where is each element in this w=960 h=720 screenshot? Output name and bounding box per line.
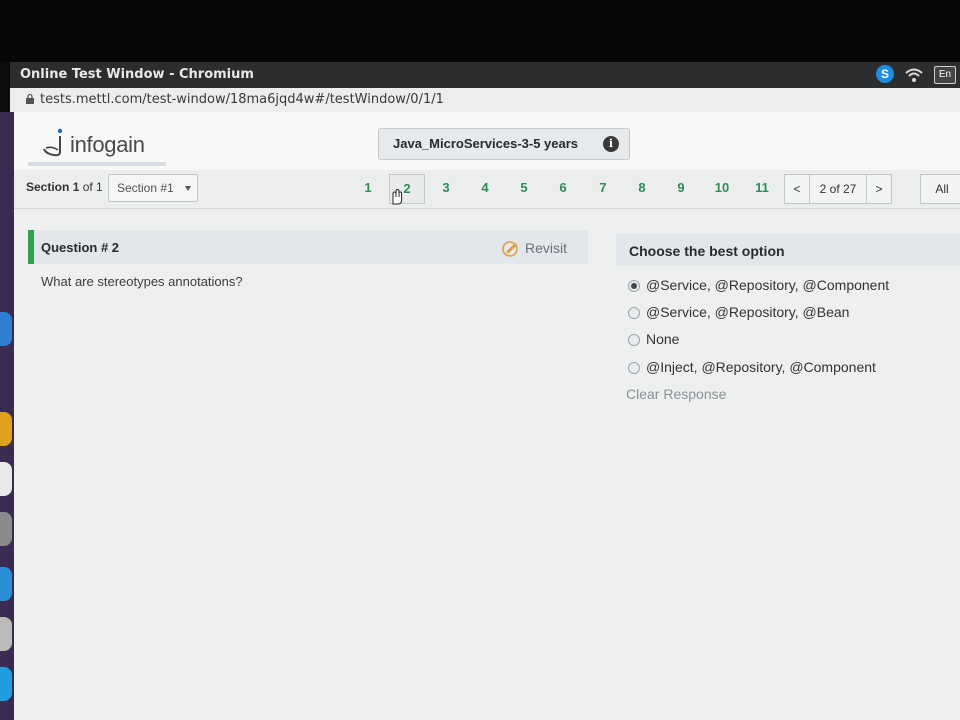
question-number-button[interactable]: 1 xyxy=(351,174,385,202)
section-dropdown[interactable]: Section #1 xyxy=(108,174,198,202)
question-number-button[interactable]: 4 xyxy=(468,174,502,202)
question-title: Question # 2 xyxy=(41,240,120,255)
question-number-button[interactable]: 10 xyxy=(705,174,739,202)
url-text[interactable]: tests.mettl.com/test-window/18ma6jqd4w#/… xyxy=(40,92,444,107)
page-info: 2 of 27 xyxy=(819,182,857,196)
section-dropdown-value: Section #1 xyxy=(117,181,174,195)
question-navigation: Section 1 of 1 Section #1 1 2 3 4 5 6 7 … xyxy=(14,170,960,209)
logo-text: infogain xyxy=(70,132,145,157)
answer-option[interactable]: @Service, @Repository, @Component xyxy=(626,276,956,296)
section-of: of 1 xyxy=(82,180,103,194)
screen-bezel xyxy=(0,0,960,62)
answer-option-label[interactable]: @Inject, @Repository, @Component xyxy=(646,359,876,375)
page-header: infogain Java_MicroServices-3-5 years i xyxy=(14,112,960,170)
answer-option-label[interactable]: None xyxy=(646,331,679,347)
info-icon[interactable]: i xyxy=(603,136,619,152)
section-number: 1 xyxy=(72,180,80,194)
radio-button[interactable] xyxy=(628,334,640,346)
launcher-app-icon[interactable] xyxy=(0,667,12,701)
answer-option-label[interactable]: @Service, @Repository, @Bean xyxy=(646,304,849,320)
answer-option-label[interactable]: @Service, @Repository, @Component xyxy=(646,277,889,293)
question-status-bar xyxy=(28,230,34,264)
section-label: Section xyxy=(26,180,70,194)
question-number-button[interactable]: 5 xyxy=(507,174,541,202)
radio-button-selected[interactable] xyxy=(628,280,640,292)
question-number-button[interactable]: 8 xyxy=(625,174,659,202)
infogain-logo: infogain xyxy=(28,122,166,166)
radio-button[interactable] xyxy=(628,362,640,374)
launcher-app-icon[interactable] xyxy=(0,312,12,346)
next-page-button[interactable]: > xyxy=(866,175,891,203)
clear-response-link[interactable]: Clear Response xyxy=(626,386,726,402)
question-number-button[interactable]: 7 xyxy=(586,174,620,202)
address-bar[interactable]: tests.mettl.com/test-window/18ma6jqd4w#/… xyxy=(10,88,960,113)
launcher-app-icon[interactable] xyxy=(0,412,12,446)
chevron-down-icon xyxy=(185,186,191,191)
question-number-button[interactable]: 11 xyxy=(745,174,779,202)
answer-option[interactable]: None xyxy=(626,330,956,350)
window-title: Online Test Window - Chromium xyxy=(20,67,254,82)
test-name: Java_MicroServices-3-5 years xyxy=(393,136,579,151)
question-number-button[interactable]: 3 xyxy=(429,174,463,202)
question-number-button[interactable]: 6 xyxy=(546,174,580,202)
hand-cursor-icon xyxy=(392,188,403,205)
prev-page-button[interactable]: < xyxy=(785,175,810,203)
launcher-app-icon[interactable] xyxy=(0,617,12,651)
os-launcher xyxy=(0,112,14,720)
test-window-page: infogain Java_MicroServices-3-5 years i … xyxy=(14,112,960,720)
keyboard-language-indicator[interactable]: En xyxy=(934,66,956,84)
launcher-app-icon[interactable] xyxy=(0,512,12,546)
answer-header: Choose the best option xyxy=(616,234,960,266)
all-questions-button[interactable]: All xyxy=(920,174,960,204)
lock-icon xyxy=(26,94,34,104)
wifi-icon[interactable] xyxy=(904,66,924,84)
question-header: Question # 2 Revisit xyxy=(28,230,588,264)
question-text: What are stereotypes annotations? xyxy=(41,274,243,289)
answer-option[interactable]: @Service, @Repository, @Bean xyxy=(626,303,956,323)
section-indicator: Section 1 of 1 xyxy=(26,180,103,194)
radio-button[interactable] xyxy=(628,307,640,319)
revisit-label: Revisit xyxy=(525,240,568,256)
answer-panel: Choose the best option @Service, @Reposi… xyxy=(616,234,960,720)
question-panel: Question # 2 Revisit What are stereotype… xyxy=(28,230,588,720)
skype-icon[interactable]: S xyxy=(876,65,894,83)
launcher-app-icon[interactable] xyxy=(0,462,12,496)
launcher-app-icon[interactable] xyxy=(0,567,12,601)
answer-instruction: Choose the best option xyxy=(629,243,785,259)
window-titlebar: Online Test Window - Chromium S En xyxy=(10,62,960,88)
question-number-button[interactable]: 9 xyxy=(664,174,698,202)
logo-mark-icon xyxy=(43,128,63,157)
pager: < 2 of 27 > xyxy=(784,174,892,204)
answer-option[interactable]: @Inject, @Repository, @Component xyxy=(626,358,956,378)
logo-underline xyxy=(28,162,166,166)
test-name-box: Java_MicroServices-3-5 years i xyxy=(378,128,630,160)
revisit-icon xyxy=(502,241,518,257)
